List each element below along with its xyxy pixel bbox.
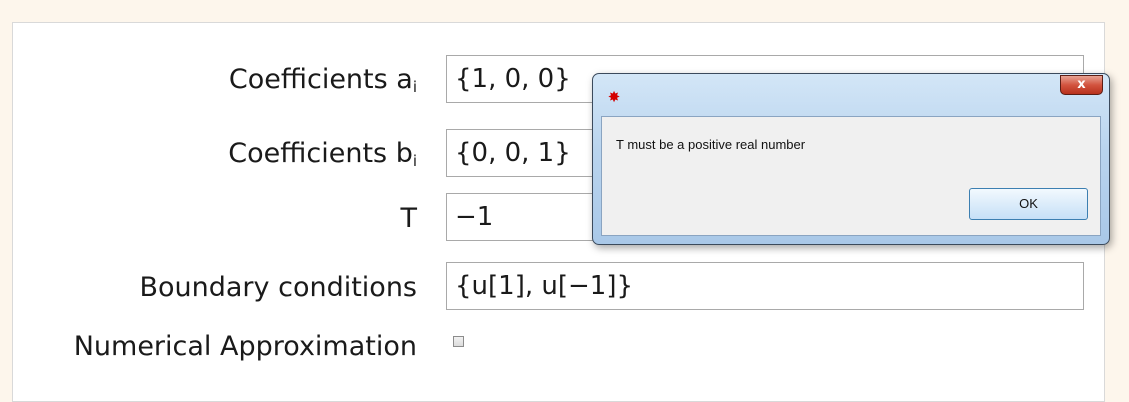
coefficients-b-value: {0, 0, 1} [455, 138, 571, 168]
close-icon: x [1077, 77, 1086, 92]
close-button[interactable]: x [1060, 75, 1103, 95]
numerical-approximation-label: Numerical Approximation [73, 331, 417, 362]
boundary-conditions-label: Boundary conditions [139, 272, 417, 303]
app-icon: ✸ [607, 88, 621, 106]
t-label: T [400, 203, 418, 234]
dialog-message: T must be a positive real number [616, 137, 806, 152]
coefficients-a-label: Coefficients ai [228, 64, 417, 96]
coefficients-b-label: Coefficients bi [228, 138, 417, 170]
dialog-body: T must be a positive real number OK [601, 116, 1101, 236]
t-value: −1 [455, 202, 494, 232]
coefficients-a-value: {1, 0, 0} [455, 64, 571, 94]
boundary-conditions-field[interactable]: {u[1], u[−1]} [446, 262, 1084, 310]
error-dialog: ✸ x T must be a positive real number OK [592, 73, 1110, 245]
boundary-conditions-value: {u[1], u[−1]} [455, 271, 634, 301]
numerical-approximation-checkbox[interactable] [453, 336, 464, 347]
ok-button[interactable]: OK [969, 188, 1088, 220]
